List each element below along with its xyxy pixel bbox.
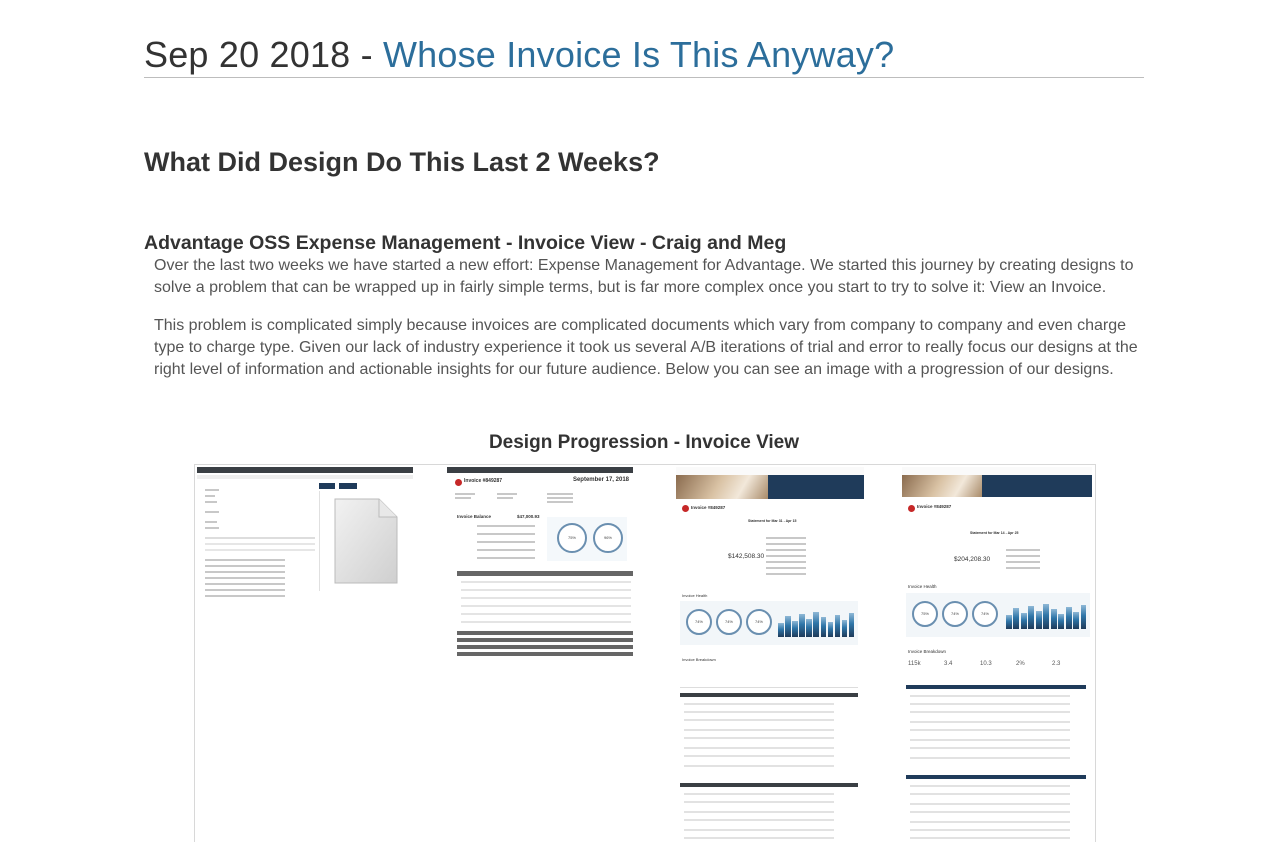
v4-group-header-2 [906, 775, 1086, 779]
mini-bar [1050, 609, 1057, 629]
v1-top-bar [197, 467, 413, 473]
mini-bar [1043, 604, 1050, 629]
v1-button-primary [319, 483, 335, 489]
v2-balance-value: $47,000.93 [517, 514, 540, 519]
v4-metric-4: 2% [1016, 661, 1025, 667]
design-progression-image: Invoice #849287 September 17, 2018 Invoi… [194, 464, 1096, 842]
v1-divider [319, 491, 320, 591]
paragraph-detail: This problem is complicated simply becau… [154, 317, 1138, 378]
v4-health-label: Invoice Health [908, 584, 937, 589]
v4-top-strip [902, 467, 1092, 475]
v3-ring-2: 74% [716, 609, 742, 635]
document-placeholder-icon [331, 495, 401, 587]
v3-invoice-title: Invoice #849287 [691, 505, 726, 510]
mini-bar [813, 612, 820, 637]
v4-hero-photo [902, 475, 982, 497]
design-version-4: Invoice #849287 Statement for Mar 14 - A… [902, 467, 1092, 842]
v3-health-label: Invoice Health [682, 593, 708, 598]
v2-top-bar [447, 467, 633, 473]
mini-bar [1006, 615, 1012, 629]
v3-hero-photo [676, 475, 768, 499]
v1-tab-row [197, 475, 413, 479]
v3-breakdown-label: Invoice Breakdown [682, 657, 716, 662]
v4-logo-icon [908, 505, 915, 512]
v2-rings-panel: 75% 96% [547, 517, 627, 561]
v4-ring-1: 75% [912, 601, 938, 627]
v2-ring-1: 75% [557, 523, 587, 553]
v2-invoice-title: Invoice #849287 [464, 478, 503, 484]
v4-hero-banner [982, 475, 1092, 497]
mini-bar [1080, 605, 1087, 629]
v3-ring-3: 74% [746, 609, 772, 635]
v4-metric-5: 2.3 [1052, 661, 1061, 667]
v4-stacked-bar-chart [1006, 599, 1088, 629]
v4-statement-label: Statement for Mar 14 - Apr 25 [970, 531, 1019, 535]
title-separator: - [350, 34, 383, 75]
mini-bar [827, 622, 834, 637]
v4-metric-row: 115k 3.4 10.3 2% 2.3 [908, 661, 1088, 677]
mini-bar [834, 615, 841, 637]
v4-health-panel: 75% 74% 74% [906, 593, 1090, 637]
v2-date: September 17, 2018 [572, 477, 629, 483]
v4-metric-3: 10.3 [980, 661, 992, 667]
paragraph-intro: Over the last two weeks we have started … [154, 257, 1134, 296]
post-title-link[interactable]: Whose Invoice Is This Anyway? [383, 34, 894, 75]
v2-logo-icon [455, 479, 462, 486]
v2-section-bar-4 [457, 652, 633, 656]
v4-ring-2: 74% [942, 601, 968, 627]
mini-bar [1058, 614, 1065, 629]
mini-bar [1013, 608, 1020, 629]
v3-amount: $142,508.30 [728, 553, 765, 560]
v2-balance-label: Invoice Balance [457, 514, 492, 519]
mini-bar [785, 616, 791, 637]
v3-breakdown-tiles [680, 665, 858, 688]
mini-bar [820, 617, 827, 637]
v3-group-header-1 [680, 693, 858, 697]
v3-statement-label: Statement for Mar 31 - Apr 15 [748, 519, 797, 523]
v2-section-bar-1 [457, 631, 633, 635]
v3-health-panel: 74% 74% 74% [680, 601, 858, 645]
mini-bar [806, 619, 812, 637]
v2-table-header [457, 571, 633, 576]
v4-ring-3: 74% [972, 601, 998, 627]
title-divider [144, 77, 1144, 78]
mini-bar [1065, 607, 1072, 629]
v3-hero-banner [768, 475, 864, 499]
section-heading: What Did Design Do This Last 2 Weeks? [144, 147, 660, 177]
v1-left-panel [197, 481, 317, 597]
mini-bar [841, 620, 848, 637]
v2-section-bar-3 [457, 645, 633, 649]
post-date: Sep 20 2018 [144, 34, 351, 75]
v3-ring-1: 74% [686, 609, 712, 635]
mini-bar [1028, 606, 1035, 629]
v2-ring-2: 96% [593, 523, 623, 553]
v4-group-header-1 [906, 685, 1086, 689]
design-version-1 [197, 467, 413, 597]
v4-metric-1: 115k [908, 661, 921, 667]
v1-button-secondary [339, 483, 357, 489]
figure-caption: Design Progression - Invoice View [488, 432, 800, 453]
design-version-3: Invoice #849287 Statement for Mar 31 - A… [676, 467, 864, 842]
v3-top-strip [676, 467, 864, 475]
design-version-2: Invoice #849287 September 17, 2018 Invoi… [447, 467, 633, 659]
mini-bar [792, 621, 798, 637]
subsection-heading: Advantage OSS Expense Management - Invoi… [144, 232, 787, 254]
v4-amount: $204,208.30 [954, 556, 991, 563]
mini-bar [1073, 612, 1080, 629]
v4-breakdown-label: Invoice Breakdown [908, 649, 947, 654]
v4-invoice-title: Invoice #849287 [917, 504, 952, 509]
v3-logo-icon [682, 505, 689, 512]
mini-bar [848, 613, 855, 637]
page-title: Sep 20 2018 - Whose Invoice Is This Anyw… [144, 34, 894, 76]
mini-bar [1035, 611, 1042, 629]
v3-stacked-bar-chart [778, 607, 856, 637]
mini-bar [799, 614, 805, 637]
v3-group-header-2 [680, 783, 858, 787]
v2-section-bar-2 [457, 638, 633, 642]
mini-bar [1020, 613, 1027, 629]
mini-bar [778, 623, 784, 637]
v4-metric-2: 3.4 [944, 661, 953, 667]
